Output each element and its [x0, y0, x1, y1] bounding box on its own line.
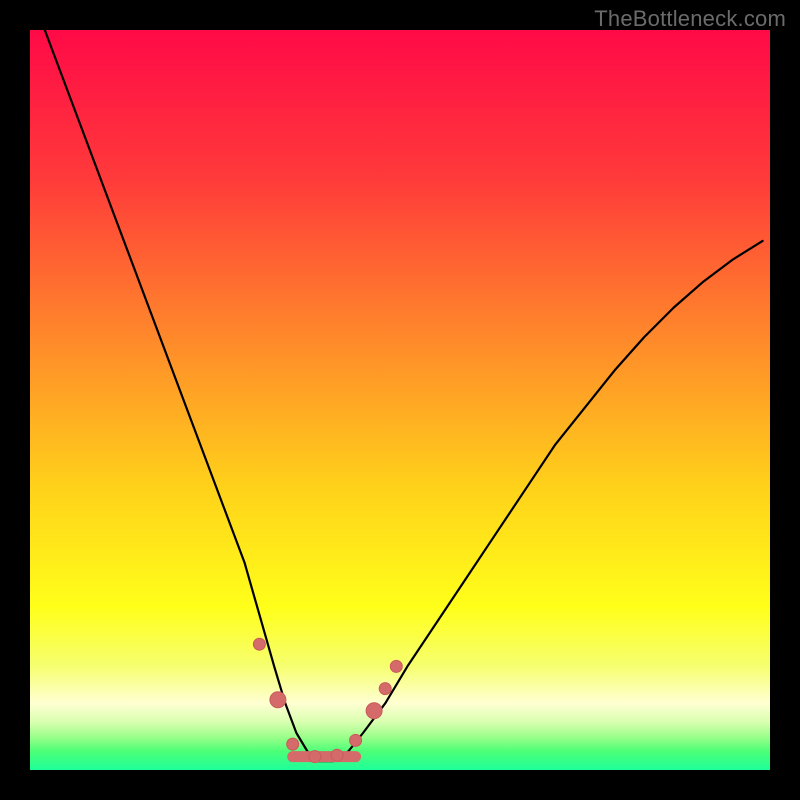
highlight-marker	[253, 638, 265, 650]
highlight-marker	[270, 692, 286, 708]
watermark-text: TheBottleneck.com	[594, 6, 786, 32]
highlight-marker	[309, 751, 321, 763]
highlight-marker	[366, 703, 382, 719]
highlight-marker	[379, 683, 391, 695]
gradient-background	[30, 30, 770, 770]
highlight-marker	[287, 738, 299, 750]
highlight-marker	[350, 734, 362, 746]
highlight-marker	[390, 660, 402, 672]
bottleneck-chart	[30, 30, 770, 770]
chart-outer-frame: TheBottleneck.com	[0, 0, 800, 800]
highlight-marker	[331, 749, 343, 761]
plot-area	[30, 30, 770, 770]
